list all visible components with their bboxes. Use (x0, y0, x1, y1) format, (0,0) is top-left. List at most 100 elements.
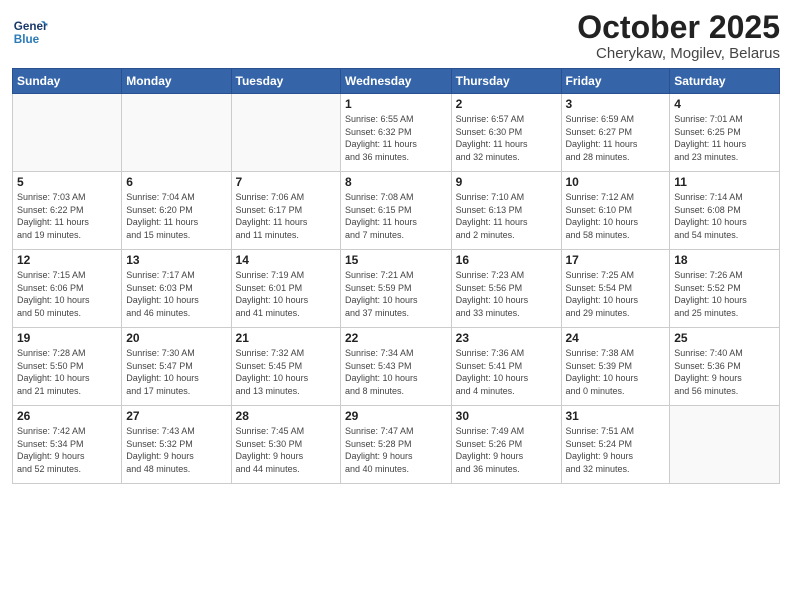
main-title: October 2025 (577, 10, 780, 45)
calendar-cell-w1-d3 (231, 94, 340, 172)
week-row-3: 12 Sunrise: 7:15 AM Sunset: 6:06 PM Dayli… (13, 250, 780, 328)
calendar-cell-w5-d3: 28 Sunrise: 7:45 AM Sunset: 5:30 PM Dayli… (231, 406, 340, 484)
day-info: Sunrise: 7:23 AM Sunset: 5:56 PM Dayligh… (456, 269, 557, 319)
col-saturday: Saturday (670, 69, 780, 94)
calendar-cell-w1-d6: 3 Sunrise: 6:59 AM Sunset: 6:27 PM Daylig… (561, 94, 670, 172)
header: General Blue October 2025 Cherykaw, Mogi… (12, 10, 780, 62)
calendar-header-row: Sunday Monday Tuesday Wednesday Thursday… (13, 69, 780, 94)
day-number: 3 (566, 97, 666, 111)
day-info: Sunrise: 7:14 AM Sunset: 6:08 PM Dayligh… (674, 191, 775, 241)
page-container: General Blue October 2025 Cherykaw, Mogi… (0, 0, 792, 492)
svg-text:Blue: Blue (14, 33, 40, 46)
day-number: 7 (236, 175, 336, 189)
calendar-cell-w5-d7 (670, 406, 780, 484)
day-number: 27 (126, 409, 226, 423)
calendar-cell-w4-d6: 24 Sunrise: 7:38 AM Sunset: 5:39 PM Dayli… (561, 328, 670, 406)
day-number: 28 (236, 409, 336, 423)
calendar-cell-w2-d1: 5 Sunrise: 7:03 AM Sunset: 6:22 PM Daylig… (13, 172, 122, 250)
day-info: Sunrise: 7:04 AM Sunset: 6:20 PM Dayligh… (126, 191, 226, 241)
calendar-cell-w5-d5: 30 Sunrise: 7:49 AM Sunset: 5:26 PM Dayli… (451, 406, 561, 484)
calendar-cell-w1-d7: 4 Sunrise: 7:01 AM Sunset: 6:25 PM Daylig… (670, 94, 780, 172)
day-info: Sunrise: 7:36 AM Sunset: 5:41 PM Dayligh… (456, 347, 557, 397)
day-number: 4 (674, 97, 775, 111)
calendar-cell-w3-d3: 14 Sunrise: 7:19 AM Sunset: 6:01 PM Dayli… (231, 250, 340, 328)
day-info: Sunrise: 7:40 AM Sunset: 5:36 PM Dayligh… (674, 347, 775, 397)
day-info: Sunrise: 7:21 AM Sunset: 5:59 PM Dayligh… (345, 269, 447, 319)
calendar-cell-w2-d7: 11 Sunrise: 7:14 AM Sunset: 6:08 PM Dayli… (670, 172, 780, 250)
calendar-cell-w2-d3: 7 Sunrise: 7:06 AM Sunset: 6:17 PM Daylig… (231, 172, 340, 250)
col-monday: Monday (122, 69, 231, 94)
col-sunday: Sunday (13, 69, 122, 94)
day-number: 11 (674, 175, 775, 189)
day-info: Sunrise: 7:45 AM Sunset: 5:30 PM Dayligh… (236, 425, 336, 475)
day-info: Sunrise: 7:38 AM Sunset: 5:39 PM Dayligh… (566, 347, 666, 397)
col-thursday: Thursday (451, 69, 561, 94)
calendar-cell-w1-d1 (13, 94, 122, 172)
day-number: 25 (674, 331, 775, 345)
day-number: 20 (126, 331, 226, 345)
calendar-cell-w3-d7: 18Sunrise: 7:26 AM Sunset: 5:52 PM Dayli… (670, 250, 780, 328)
day-info: Sunrise: 7:43 AM Sunset: 5:32 PM Dayligh… (126, 425, 226, 475)
day-info: Sunrise: 7:47 AM Sunset: 5:28 PM Dayligh… (345, 425, 447, 475)
week-row-1: 1Sunrise: 6:55 AM Sunset: 6:32 PM Daylig… (13, 94, 780, 172)
calendar-cell-w4-d5: 23 Sunrise: 7:36 AM Sunset: 5:41 PM Dayli… (451, 328, 561, 406)
day-info: Sunrise: 6:55 AM Sunset: 6:32 PM Dayligh… (345, 113, 447, 163)
calendar-cell-w3-d2: 13Sunrise: 7:17 AM Sunset: 6:03 PM Dayli… (122, 250, 231, 328)
day-number: 6 (126, 175, 226, 189)
day-info: Sunrise: 7:10 AM Sunset: 6:13 PM Dayligh… (456, 191, 557, 241)
day-number: 29 (345, 409, 447, 423)
week-row-2: 5 Sunrise: 7:03 AM Sunset: 6:22 PM Daylig… (13, 172, 780, 250)
day-info: Sunrise: 7:12 AM Sunset: 6:10 PM Dayligh… (566, 191, 666, 241)
day-number: 12 (17, 253, 117, 267)
day-number: 15 (345, 253, 447, 267)
calendar-cell-w3-d5: 16 Sunrise: 7:23 AM Sunset: 5:56 PM Dayli… (451, 250, 561, 328)
calendar-cell-w4-d3: 21 Sunrise: 7:32 AM Sunset: 5:45 PM Dayli… (231, 328, 340, 406)
day-number: 2 (456, 97, 557, 111)
week-row-5: 26Sunrise: 7:42 AM Sunset: 5:34 PM Dayli… (13, 406, 780, 484)
day-info: Sunrise: 7:17 AM Sunset: 6:03 PM Dayligh… (126, 269, 226, 319)
day-info: Sunrise: 7:34 AM Sunset: 5:43 PM Dayligh… (345, 347, 447, 397)
day-info: Sunrise: 7:03 AM Sunset: 6:22 PM Dayligh… (17, 191, 117, 241)
col-friday: Friday (561, 69, 670, 94)
logo: General Blue (12, 14, 48, 50)
calendar-cell-w4-d2: 20 Sunrise: 7:30 AM Sunset: 5:47 PM Dayli… (122, 328, 231, 406)
day-info: Sunrise: 7:32 AM Sunset: 5:45 PM Dayligh… (236, 347, 336, 397)
calendar-cell-w5-d6: 31 Sunrise: 7:51 AM Sunset: 5:24 PM Dayli… (561, 406, 670, 484)
day-number: 30 (456, 409, 557, 423)
calendar-cell-w2-d4: 8Sunrise: 7:08 AM Sunset: 6:15 PM Daylig… (341, 172, 452, 250)
calendar-cell-w3-d6: 17Sunrise: 7:25 AM Sunset: 5:54 PM Dayli… (561, 250, 670, 328)
calendar-cell-w2-d6: 10 Sunrise: 7:12 AM Sunset: 6:10 PM Dayli… (561, 172, 670, 250)
calendar-cell-w4-d4: 22Sunrise: 7:34 AM Sunset: 5:43 PM Dayli… (341, 328, 452, 406)
day-info: Sunrise: 7:49 AM Sunset: 5:26 PM Dayligh… (456, 425, 557, 475)
calendar-cell-w5-d2: 27 Sunrise: 7:43 AM Sunset: 5:32 PM Dayli… (122, 406, 231, 484)
calendar-cell-w4-d1: 19Sunrise: 7:28 AM Sunset: 5:50 PM Dayli… (13, 328, 122, 406)
day-number: 31 (566, 409, 666, 423)
day-info: Sunrise: 7:42 AM Sunset: 5:34 PM Dayligh… (17, 425, 117, 475)
day-number: 10 (566, 175, 666, 189)
day-info: Sunrise: 7:15 AM Sunset: 6:06 PM Dayligh… (17, 269, 117, 319)
calendar-cell-w2-d5: 9Sunrise: 7:10 AM Sunset: 6:13 PM Daylig… (451, 172, 561, 250)
calendar-cell-w1-d5: 2Sunrise: 6:57 AM Sunset: 6:30 PM Daylig… (451, 94, 561, 172)
subtitle: Cherykaw, Mogilev, Belarus (577, 45, 780, 62)
day-number: 14 (236, 253, 336, 267)
logo-icon: General Blue (12, 14, 48, 50)
day-number: 24 (566, 331, 666, 345)
day-info: Sunrise: 7:01 AM Sunset: 6:25 PM Dayligh… (674, 113, 775, 163)
day-info: Sunrise: 7:28 AM Sunset: 5:50 PM Dayligh… (17, 347, 117, 397)
calendar-cell-w1-d2 (122, 94, 231, 172)
day-info: Sunrise: 6:59 AM Sunset: 6:27 PM Dayligh… (566, 113, 666, 163)
day-info: Sunrise: 7:30 AM Sunset: 5:47 PM Dayligh… (126, 347, 226, 397)
calendar-cell-w5-d1: 26Sunrise: 7:42 AM Sunset: 5:34 PM Dayli… (13, 406, 122, 484)
calendar-cell-w2-d2: 6 Sunrise: 7:04 AM Sunset: 6:20 PM Daylig… (122, 172, 231, 250)
day-info: Sunrise: 7:51 AM Sunset: 5:24 PM Dayligh… (566, 425, 666, 475)
day-number: 21 (236, 331, 336, 345)
day-info: Sunrise: 7:19 AM Sunset: 6:01 PM Dayligh… (236, 269, 336, 319)
col-wednesday: Wednesday (341, 69, 452, 94)
calendar-cell-w5-d4: 29 Sunrise: 7:47 AM Sunset: 5:28 PM Dayli… (341, 406, 452, 484)
calendar-table: Sunday Monday Tuesday Wednesday Thursday… (12, 68, 780, 484)
day-number: 5 (17, 175, 117, 189)
calendar-cell-w3-d4: 15 Sunrise: 7:21 AM Sunset: 5:59 PM Dayli… (341, 250, 452, 328)
day-number: 16 (456, 253, 557, 267)
day-number: 23 (456, 331, 557, 345)
day-info: Sunrise: 7:06 AM Sunset: 6:17 PM Dayligh… (236, 191, 336, 241)
